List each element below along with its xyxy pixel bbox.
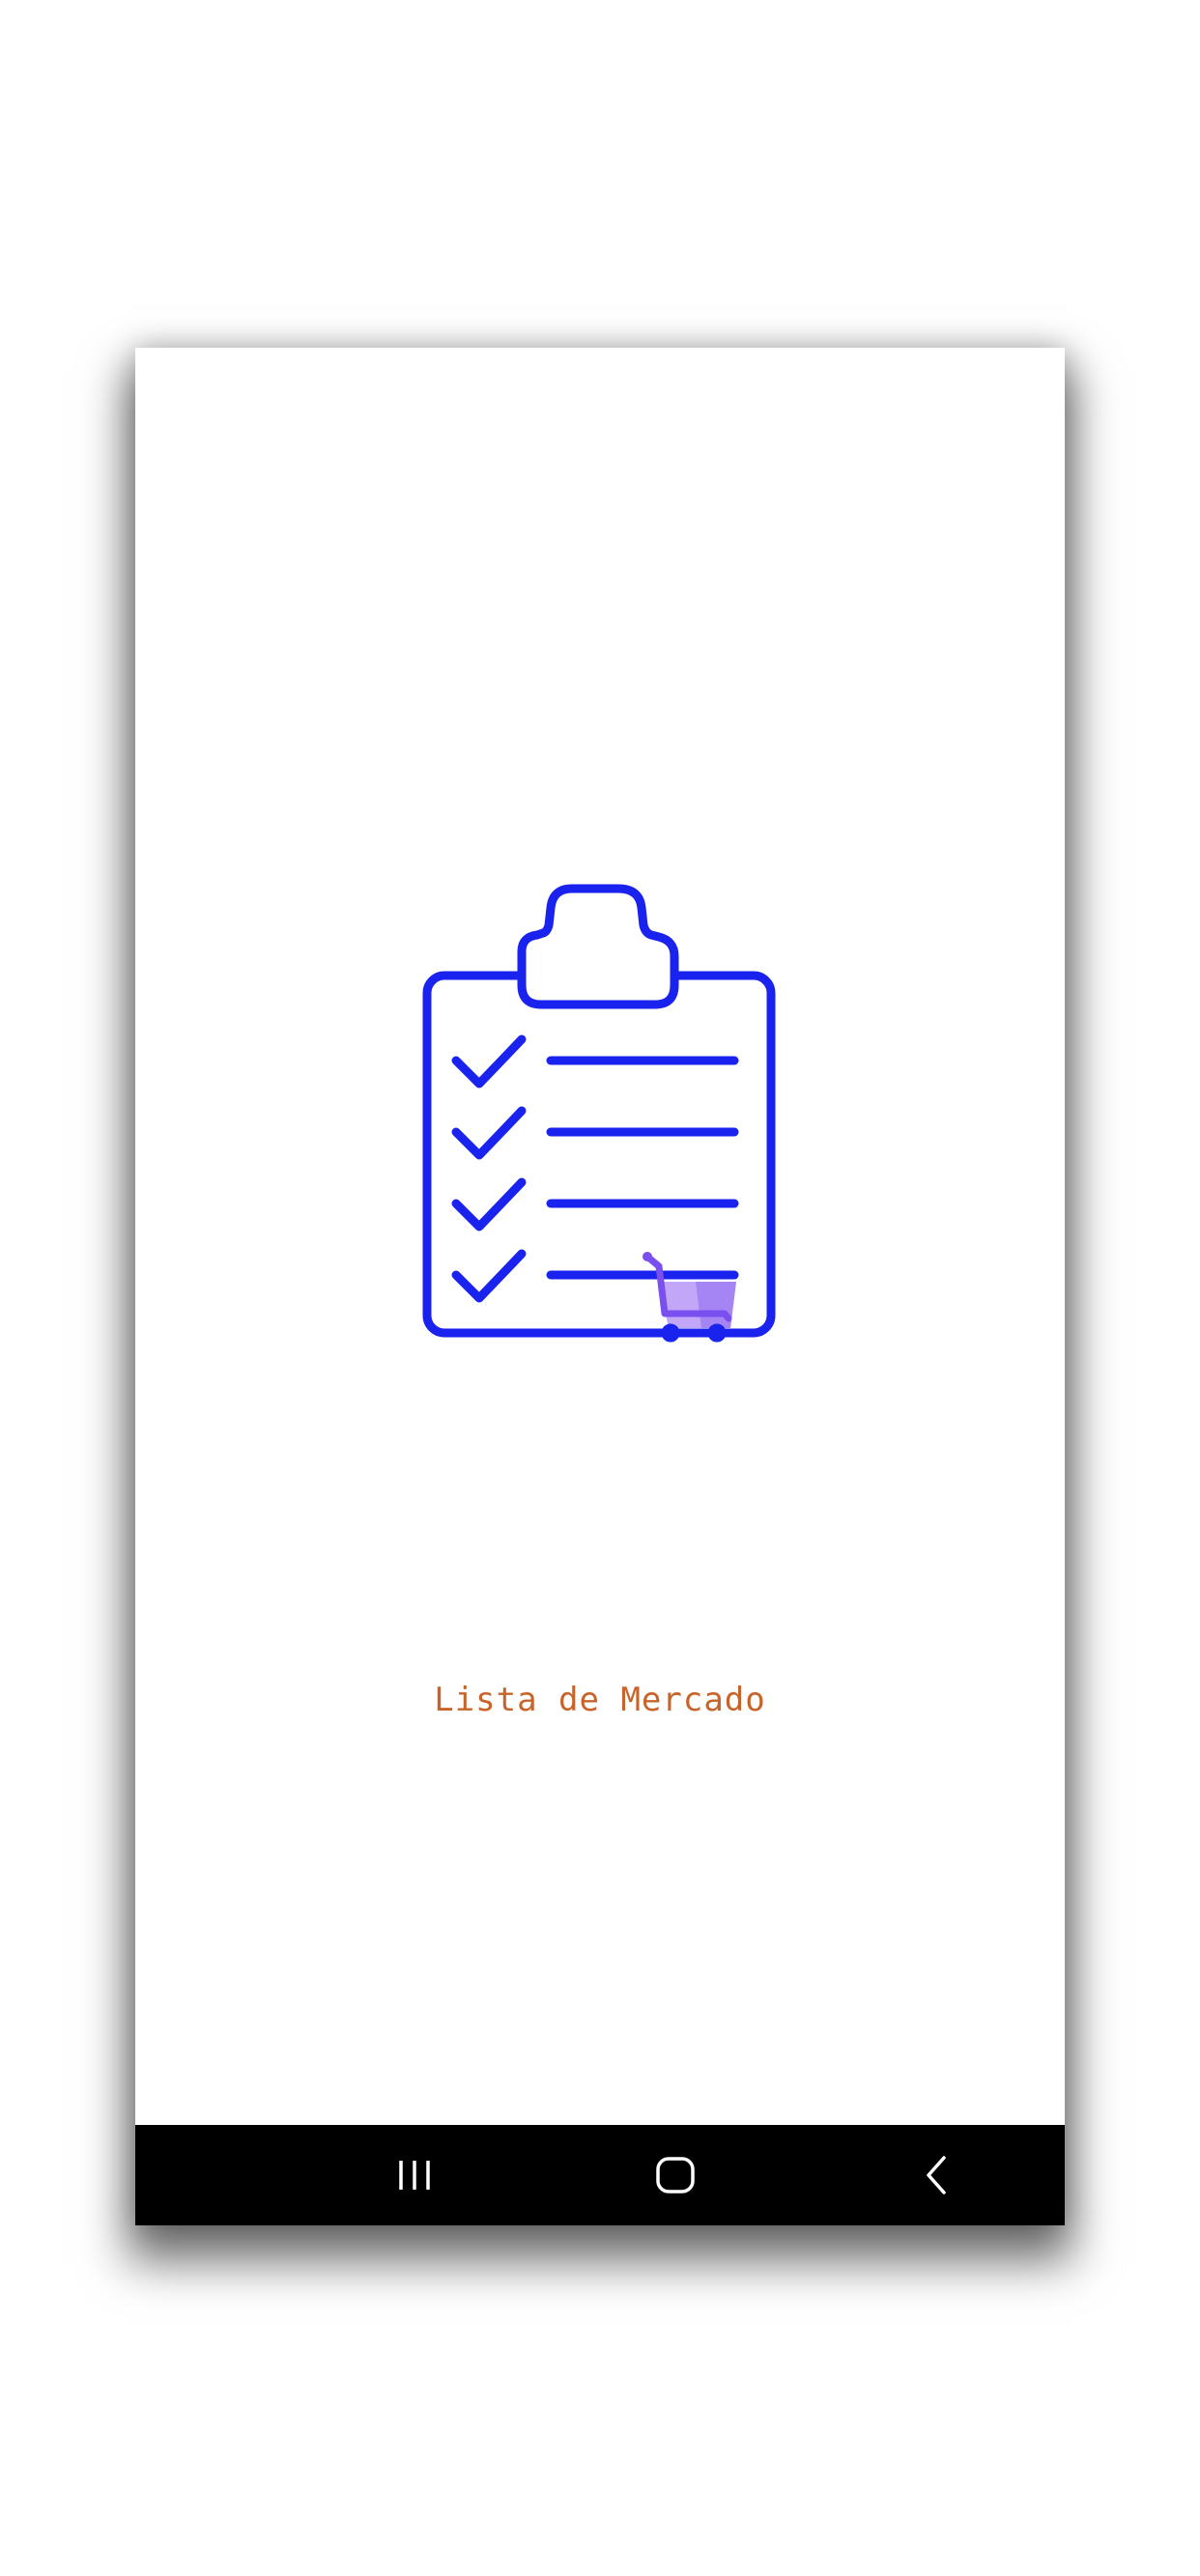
- home-icon: [656, 2157, 695, 2194]
- shopping-cart-icon: [643, 1252, 736, 1343]
- home-button[interactable]: [617, 2125, 733, 2225]
- phone-frame: Lista de Mercado: [135, 348, 1065, 2225]
- check-icon: [451, 1106, 527, 1160]
- splash-screen: Lista de Mercado: [135, 348, 1065, 2125]
- canvas: Lista de Mercado: [0, 0, 1200, 2576]
- back-icon: [927, 2156, 946, 2194]
- recent-apps-button[interactable]: [357, 2125, 472, 2225]
- check-icon: [451, 1249, 527, 1303]
- back-button[interactable]: [878, 2125, 994, 2225]
- app-title: Lista de Mercado: [434, 1681, 766, 1719]
- system-navigation-bar: [135, 2125, 1065, 2225]
- check-icon: [451, 1177, 527, 1231]
- clipboard-clip: [517, 884, 679, 1009]
- recent-apps-icon: [399, 2161, 430, 2190]
- check-icon: [451, 1034, 527, 1089]
- clipboard-checklist-cart-icon: [422, 884, 776, 1343]
